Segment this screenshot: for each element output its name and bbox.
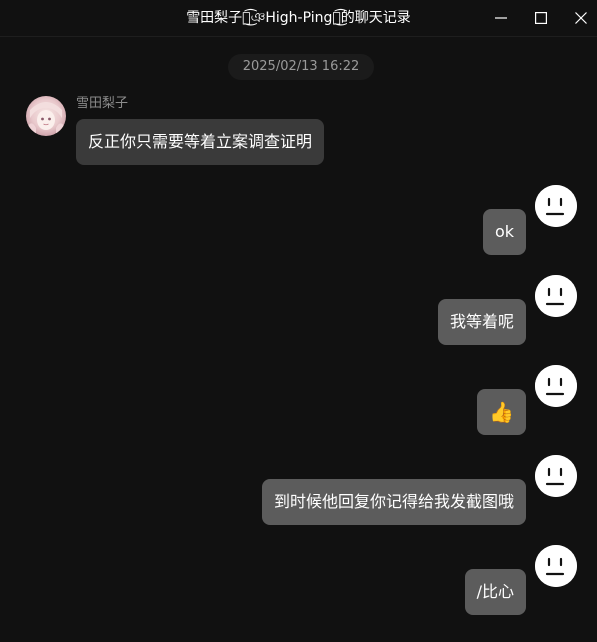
self-avatar[interactable] bbox=[535, 545, 577, 587]
message-timestamp: 2025/02/13 16:22 bbox=[228, 54, 374, 80]
message-list[interactable]: 2025/02/13 16:22 雪田梨子 反正你只需要等着立案调查证明 ok … bbox=[0, 37, 597, 642]
straight-face-avatar-icon bbox=[535, 275, 577, 317]
close-icon bbox=[575, 12, 587, 24]
message-bubble-emoji[interactable]: 👍 bbox=[477, 389, 526, 435]
minimize-icon bbox=[495, 17, 507, 19]
straight-face-avatar-icon bbox=[535, 455, 577, 497]
self-avatar[interactable] bbox=[535, 365, 577, 407]
close-button[interactable] bbox=[563, 0, 597, 36]
message-bubble[interactable]: /比心 bbox=[464, 569, 526, 615]
self-avatar[interactable] bbox=[535, 455, 577, 497]
sender-name: 雪田梨子 bbox=[76, 96, 129, 111]
self-avatar[interactable] bbox=[535, 275, 577, 317]
self-avatar[interactable] bbox=[535, 185, 577, 227]
straight-face-avatar-icon bbox=[535, 185, 577, 227]
message-bubble[interactable]: 反正你只需要等着立案调查证明 bbox=[76, 119, 325, 165]
chat-history-window: 雪田梨子和͜͡ঞHigh-Pingঞ͜͡的聊天记录 2025/02/13 16:… bbox=[0, 0, 597, 642]
maximize-button[interactable] bbox=[523, 0, 559, 36]
straight-face-avatar-icon bbox=[535, 365, 577, 407]
message-bubble[interactable]: ok bbox=[482, 209, 526, 255]
maximize-icon bbox=[535, 12, 547, 24]
anime-avatar-icon bbox=[26, 96, 66, 136]
minimize-button[interactable] bbox=[483, 0, 519, 36]
message-bubble[interactable]: 我等着呢 bbox=[437, 299, 526, 345]
contact-avatar[interactable] bbox=[26, 96, 66, 136]
message-bubble[interactable]: 到时候他回复你记得给我发截图哦 bbox=[261, 479, 526, 525]
straight-face-avatar-icon bbox=[535, 545, 577, 587]
title-bar: 雪田梨子和͜͡ঞHigh-Pingঞ͜͡的聊天记录 bbox=[0, 0, 597, 37]
